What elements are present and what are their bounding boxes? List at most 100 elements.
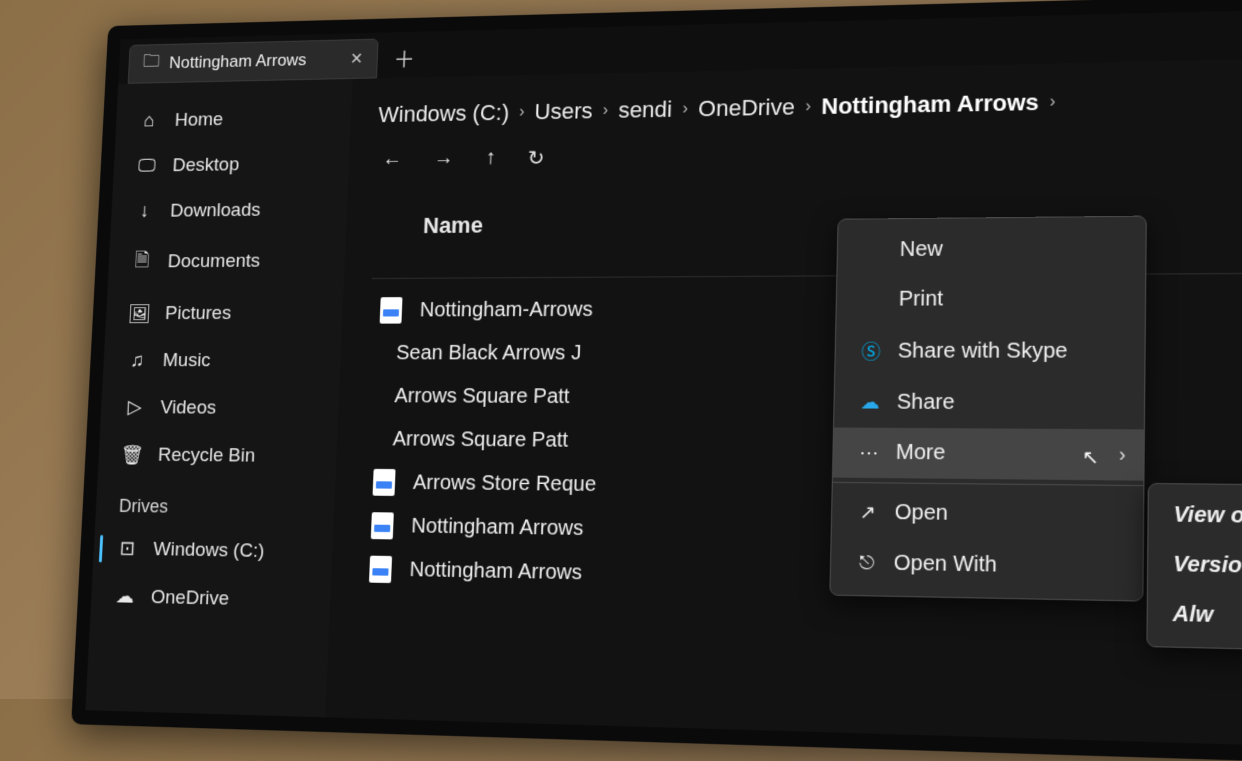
open-with-icon: ⎋ — [855, 552, 879, 575]
music-icon: ♫ — [126, 350, 148, 372]
context-menu: New Print Ⓢ Share with Skype ☁ Share ⋯ M… — [829, 216, 1147, 602]
sidebar-item-documents[interactable]: 🗎 Documents — [113, 235, 340, 289]
breadcrumb-current[interactable]: Nottingham Arrows — [821, 89, 1039, 120]
chevron-right-icon: › — [1050, 93, 1056, 112]
chevron-right-icon: › — [1119, 443, 1126, 466]
video-icon: ▷ — [124, 396, 146, 419]
file-icon — [371, 512, 394, 539]
sub-label: View online — [1173, 503, 1242, 529]
ctx-new[interactable]: New — [837, 223, 1145, 275]
cloud-icon: ☁ — [114, 585, 136, 609]
ctx-share[interactable]: ☁ Share — [834, 378, 1144, 430]
cursor-icon: ↖ — [1082, 446, 1099, 469]
main-area: Windows (C:) › Users › sendi › OneDrive … — [325, 58, 1242, 748]
file-icon — [373, 469, 396, 496]
sidebar-item-label: Home — [174, 109, 223, 132]
file-icon — [369, 556, 392, 583]
column-name-header[interactable]: Name — [372, 208, 887, 266]
folder-icon: 🗀 — [142, 49, 160, 79]
ctx-open[interactable]: ↗ Open — [832, 487, 1144, 542]
drives-heading: Drives — [101, 481, 329, 526]
ctx-open-with[interactable]: ⎋ Open With — [831, 538, 1143, 594]
screen: 🗀 Nottingham Arrows ✕ ＋ ⌂ Home 🖵 Desktop… — [85, 8, 1242, 747]
file-name: Arrows Store Reque — [413, 471, 882, 500]
document-icon: 🗎 — [131, 247, 154, 279]
picture-icon: 🖼 — [128, 302, 150, 326]
onedrive-icon: ☁ — [858, 391, 882, 413]
sidebar: ⌂ Home 🖵 Desktop ↓ Downloads 🗎 Documents… — [85, 79, 352, 717]
ctx-print[interactable]: Print — [836, 274, 1145, 325]
forward-button[interactable]: → — [433, 147, 454, 172]
skype-icon: Ⓢ — [859, 337, 883, 365]
sidebar-item-label: Downloads — [170, 200, 261, 223]
ctx-label: Print — [899, 287, 944, 312]
download-icon: ↓ — [134, 201, 156, 223]
file-icon — [376, 383, 377, 410]
file-name: Nottingham Arrows — [411, 514, 881, 545]
ctx-label: New — [900, 238, 943, 263]
file-name: Sean Black Arrows J — [396, 341, 861, 365]
sidebar-item-label: Desktop — [172, 154, 240, 177]
ellipsis-icon: ⋯ — [857, 441, 881, 464]
file-name: Nottingham Arrows — [409, 558, 879, 591]
home-icon: ⌂ — [138, 110, 160, 132]
sidebar-item-videos[interactable]: ▷ Videos — [106, 386, 334, 431]
sidebar-item-pictures[interactable]: 🖼 Pictures — [111, 291, 338, 336]
ctx-label: Share — [897, 391, 955, 416]
ctx-label: More — [896, 441, 946, 466]
sidebar-item-label: Windows (C:) — [153, 538, 265, 562]
ctx-label: Share with Skype — [898, 339, 1068, 364]
ctx-label: Open — [894, 501, 948, 526]
breadcrumb-segment[interactable]: sendi — [618, 96, 673, 124]
sidebar-item-label: Pictures — [165, 303, 232, 325]
desktop-icon: 🖵 — [136, 156, 158, 178]
sidebar-item-label: Documents — [167, 251, 260, 274]
monitor-bezel: 🗀 Nottingham Arrows ✕ ＋ ⌂ Home 🖵 Desktop… — [71, 0, 1242, 761]
file-icon — [378, 340, 379, 367]
sidebar-item-music[interactable]: ♫ Music — [108, 340, 335, 383]
breadcrumb-segment[interactable]: Users — [534, 98, 593, 125]
sidebar-item-label: Music — [162, 350, 211, 372]
ctx-share-skype[interactable]: Ⓢ Share with Skype — [835, 324, 1145, 378]
chevron-right-icon: › — [519, 103, 525, 121]
context-submenu: View online Version history Alw — [1146, 483, 1242, 653]
sidebar-item-downloads[interactable]: ↓ Downloads — [116, 189, 342, 233]
active-tab[interactable]: 🗀 Nottingham Arrows ✕ — [128, 39, 379, 84]
sidebar-item-desktop[interactable]: 🖵 Desktop — [119, 143, 344, 188]
chevron-right-icon: › — [602, 102, 608, 120]
open-icon: ↗ — [856, 501, 880, 524]
file-icon — [380, 297, 403, 323]
trash-icon: 🗑 — [121, 443, 143, 467]
sub-view-online[interactable]: View online — [1148, 491, 1242, 544]
divider — [833, 482, 1143, 486]
sub-label: Alw — [1173, 602, 1214, 627]
nav-toolbar: ← → ↑ ↻ — [376, 133, 1242, 174]
file-name: Nottingham-Arrows — [419, 297, 885, 322]
sidebar-item-recycle-bin[interactable]: 🗑 Recycle Bin — [103, 433, 331, 480]
sidebar-item-home[interactable]: ⌂ Home — [121, 97, 346, 143]
sub-always[interactable]: Alw — [1148, 590, 1242, 646]
sidebar-item-onedrive[interactable]: ☁ OneDrive — [96, 574, 325, 623]
sub-label: Version history — [1173, 552, 1242, 579]
refresh-button[interactable]: ↻ — [527, 145, 545, 171]
breadcrumb-segment[interactable]: Windows (C:) — [378, 100, 510, 129]
file-name: Arrows Square Patt — [392, 427, 858, 454]
sidebar-item-windows-c[interactable]: ⊡ Windows (C:) — [98, 527, 327, 575]
new-tab-button[interactable]: ＋ — [383, 37, 426, 78]
sidebar-item-label: Videos — [160, 397, 217, 419]
sidebar-item-label: Recycle Bin — [157, 445, 255, 468]
ctx-label: Open With — [893, 551, 997, 578]
drive-icon: ⊡ — [116, 537, 138, 561]
breadcrumb: Windows (C:) › Users › sendi › OneDrive … — [378, 83, 1242, 128]
breadcrumb-segment[interactable]: OneDrive — [698, 94, 795, 123]
tab-title: Nottingham Arrows — [169, 49, 341, 73]
sub-version-history[interactable]: Version history — [1148, 540, 1242, 594]
chevron-right-icon: › — [682, 100, 688, 119]
file-name: Arrows Square Patt — [394, 384, 860, 410]
back-button[interactable]: ← — [382, 148, 403, 173]
close-tab-button[interactable]: ✕ — [350, 49, 364, 69]
up-button[interactable]: ↑ — [485, 146, 496, 171]
sidebar-item-label: OneDrive — [150, 586, 229, 610]
chevron-right-icon: › — [805, 98, 811, 117]
ctx-more[interactable]: ⋯ More ↖ › — [833, 427, 1144, 480]
